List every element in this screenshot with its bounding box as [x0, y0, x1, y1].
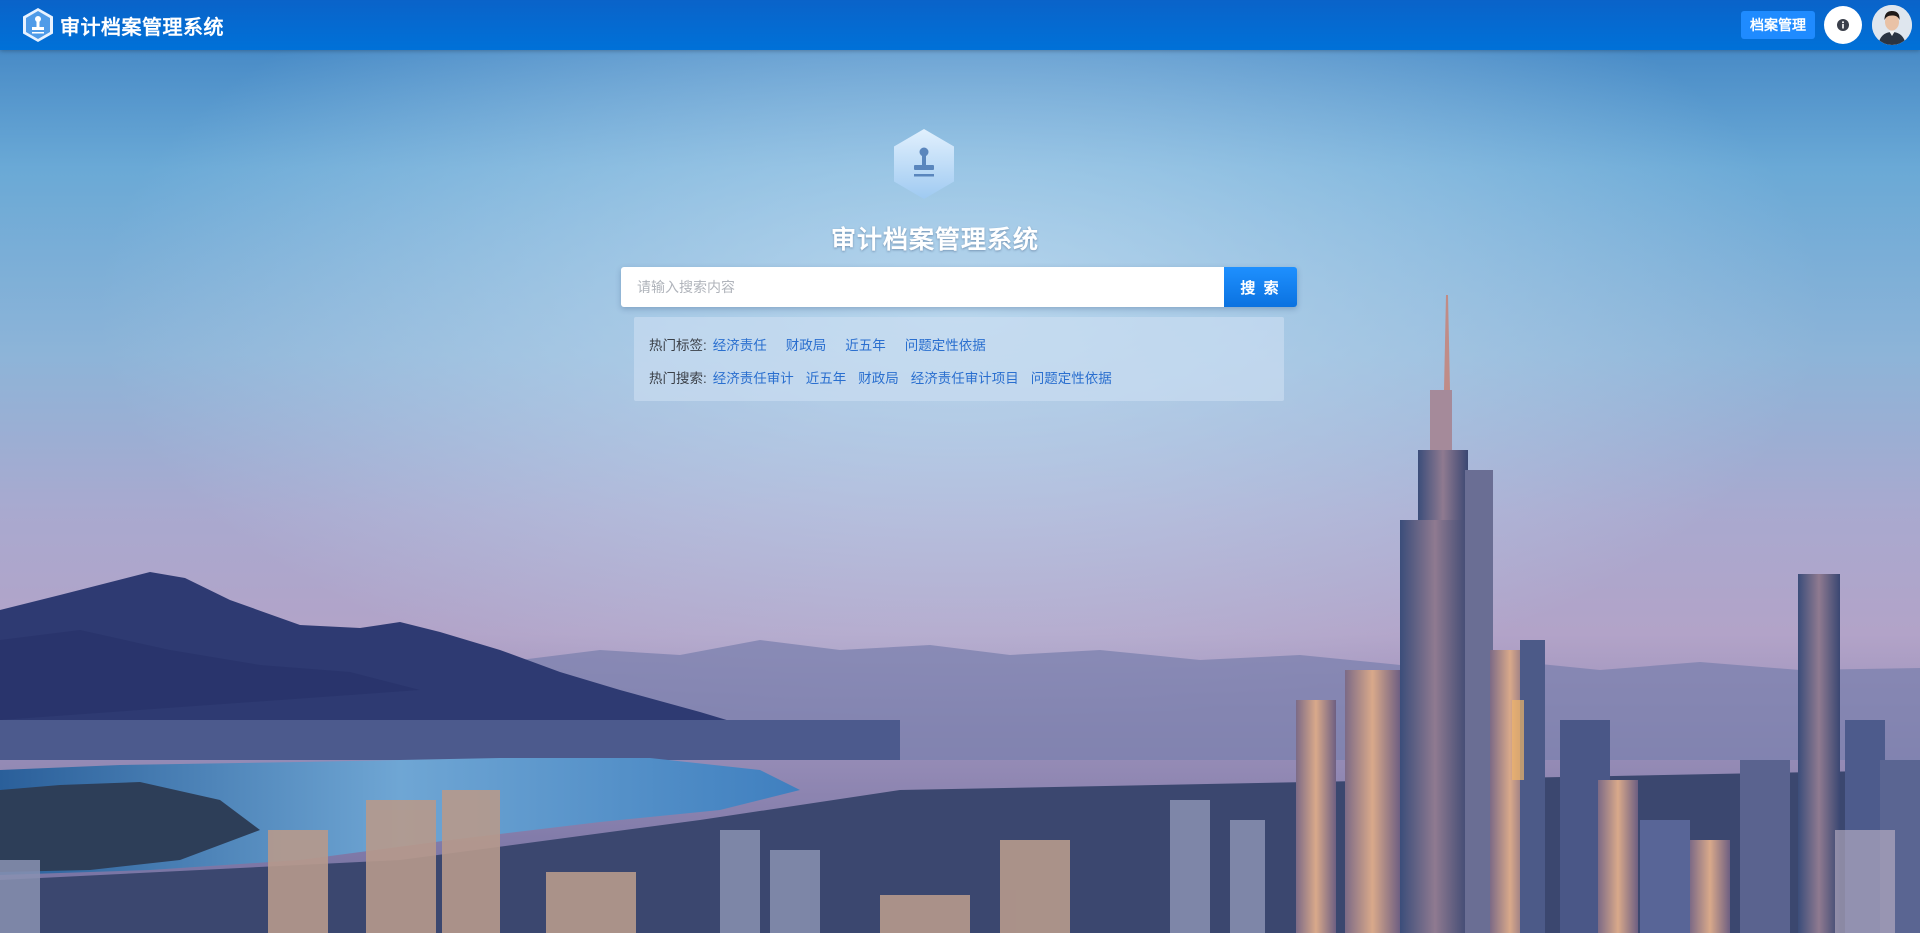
stamp-hexagon-icon	[894, 129, 954, 199]
hot-tag-link[interactable]: 经济责任	[713, 334, 767, 354]
app-logo-icon	[23, 8, 53, 42]
avatar-image	[1872, 5, 1912, 45]
hot-tag-link[interactable]: 财政局	[786, 334, 827, 354]
hot-searches-label: 热门搜索:	[649, 370, 707, 386]
brand[interactable]: 审计档案管理系统	[22, 7, 224, 43]
app-title: 审计档案管理系统	[60, 16, 224, 39]
hero-title: 审计档案管理系统	[830, 226, 1039, 254]
hot-search-link[interactable]: 近五年	[806, 367, 847, 387]
hot-tag-link[interactable]: 问题定性依据	[905, 334, 986, 354]
search-input[interactable]	[621, 267, 1224, 307]
info-button[interactable]	[1824, 6, 1862, 44]
hot-search-link[interactable]: 问题定性依据	[1031, 367, 1112, 387]
search-bar: 搜 索	[621, 267, 1297, 307]
info-icon	[1837, 19, 1849, 31]
hot-tags-row: 热门标签: 经济责任 财政局 近五年 问题定性依据	[649, 327, 1284, 360]
user-avatar[interactable]	[1872, 5, 1912, 45]
hot-searches-row: 热门搜索: 经济责任审计 近五年 财政局 经济责任审计项目 问题定性依据	[649, 360, 1284, 393]
hot-search-link[interactable]: 经济责任审计项目	[911, 367, 1019, 387]
search-button[interactable]: 搜 索	[1224, 267, 1297, 307]
hot-search-link[interactable]: 经济责任审计	[713, 367, 794, 387]
hot-panel: 热门标签: 经济责任 财政局 近五年 问题定性依据 热门搜索: 经济责任审计 近…	[634, 317, 1284, 401]
archive-management-button[interactable]: 档案管理	[1741, 11, 1815, 39]
top-navbar: 审计档案管理系统 档案管理	[0, 0, 1920, 50]
hot-tag-link[interactable]: 近五年	[845, 334, 886, 354]
hot-search-link[interactable]: 财政局	[858, 367, 899, 387]
background-cityscape	[0, 0, 1920, 933]
hot-tags-label: 热门标签:	[649, 337, 707, 353]
